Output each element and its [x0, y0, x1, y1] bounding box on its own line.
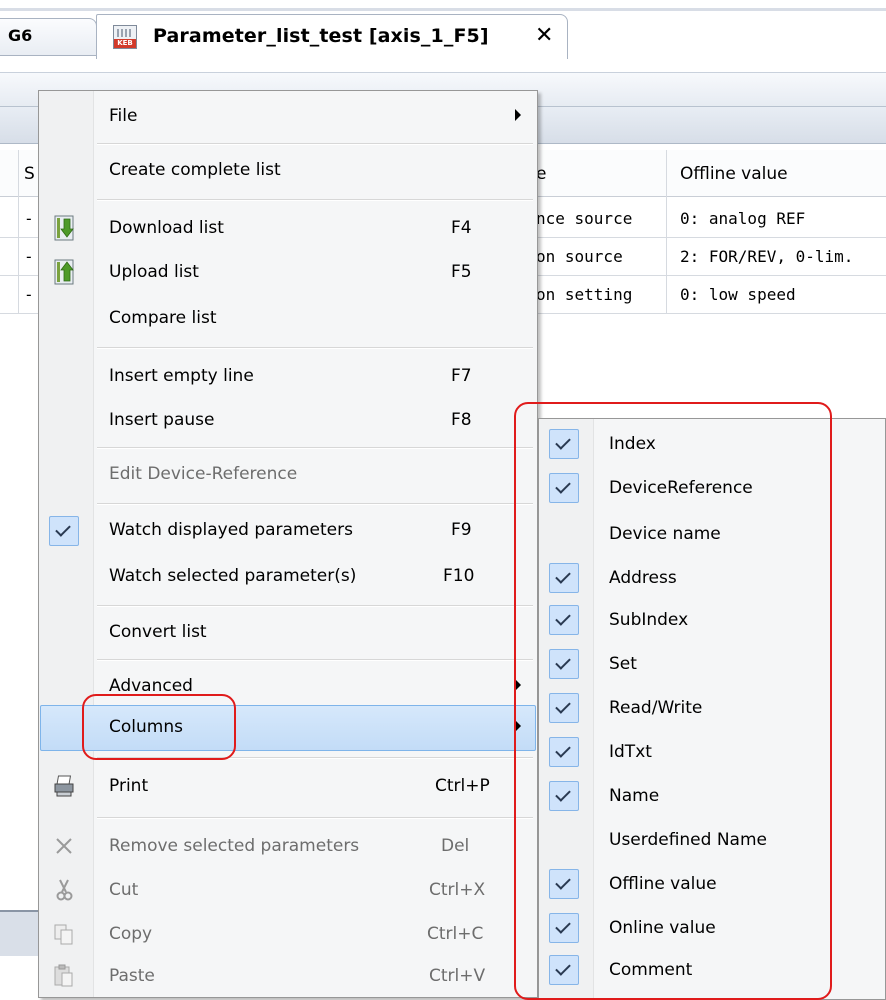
printer-icon [54, 775, 74, 797]
menu-item-upload-list[interactable]: Upload list F5 [41, 251, 535, 295]
column-header-s[interactable]: S [24, 164, 35, 184]
tab-bar: G6 KEB Parameter_list_test [axis_1_F5] ✕ [0, 0, 886, 72]
keb-list-icon: KEB [113, 25, 137, 49]
menu-separator [97, 659, 533, 661]
close-icon[interactable]: ✕ [535, 23, 553, 48]
tab-parameter-list[interactable]: KEB Parameter_list_test [axis_1_F5] ✕ [96, 14, 568, 59]
menu-item-convert-list[interactable]: Convert list [41, 611, 535, 655]
menu-separator [97, 503, 533, 505]
tab-parameter-list-label: Parameter_list_test [axis_1_F5] [153, 25, 489, 47]
menu-item-file[interactable]: File [41, 95, 535, 139]
menu-separator [97, 447, 533, 449]
menu-item-paste[interactable]: Paste Ctrl+V [41, 955, 535, 999]
menu-item-insert-empty-line[interactable]: Insert empty line F7 [41, 355, 535, 399]
menu-separator [97, 817, 533, 819]
copy-icon [54, 924, 73, 945]
annotation-highlight-submenu [514, 402, 832, 1000]
menu-separator [97, 347, 533, 349]
tabstrip-line [0, 8, 886, 11]
delete-x-icon [56, 838, 72, 854]
paste-icon [54, 964, 73, 987]
upload-icon [54, 259, 74, 285]
menu-item-cut[interactable]: Cut Ctrl+X [41, 869, 535, 913]
checkmark-icon [49, 516, 79, 546]
menu-item-watch-displayed-parameters[interactable]: Watch displayed parameters F9 [41, 509, 535, 553]
menu-item-insert-pause[interactable]: Insert pause F8 [41, 399, 535, 443]
menu-item-download-list[interactable]: Download list F4 [41, 207, 535, 251]
menu-item-watch-selected-parameters[interactable]: Watch selected parameter(s) F10 [41, 555, 535, 599]
menu-item-create-complete-list[interactable]: Create complete list [41, 149, 535, 193]
menu-item-copy[interactable]: Copy Ctrl+C [41, 913, 535, 957]
submenu-arrow-icon [515, 109, 521, 121]
menu-separator [97, 199, 533, 201]
menu-separator [97, 143, 533, 145]
scissors-icon [56, 879, 73, 901]
menu-item-remove-selected-parameters[interactable]: Remove selected parameters Del [41, 825, 535, 869]
menu-item-edit-device-reference[interactable]: Edit Device-Reference [41, 453, 535, 497]
menu-item-compare-list[interactable]: Compare list [41, 297, 535, 341]
bottom-panel-edge [0, 910, 40, 956]
menu-item-print[interactable]: Print Ctrl+P [41, 765, 535, 809]
annotation-highlight-columns [82, 694, 236, 760]
tab-g6[interactable]: G6 [0, 18, 97, 56]
download-icon [54, 215, 74, 241]
context-menu: File Create complete list Download list … [38, 90, 538, 998]
menu-separator [97, 605, 533, 607]
column-header-offline-value[interactable]: Offline value [680, 164, 788, 184]
tab-g6-label: G6 [8, 26, 33, 45]
